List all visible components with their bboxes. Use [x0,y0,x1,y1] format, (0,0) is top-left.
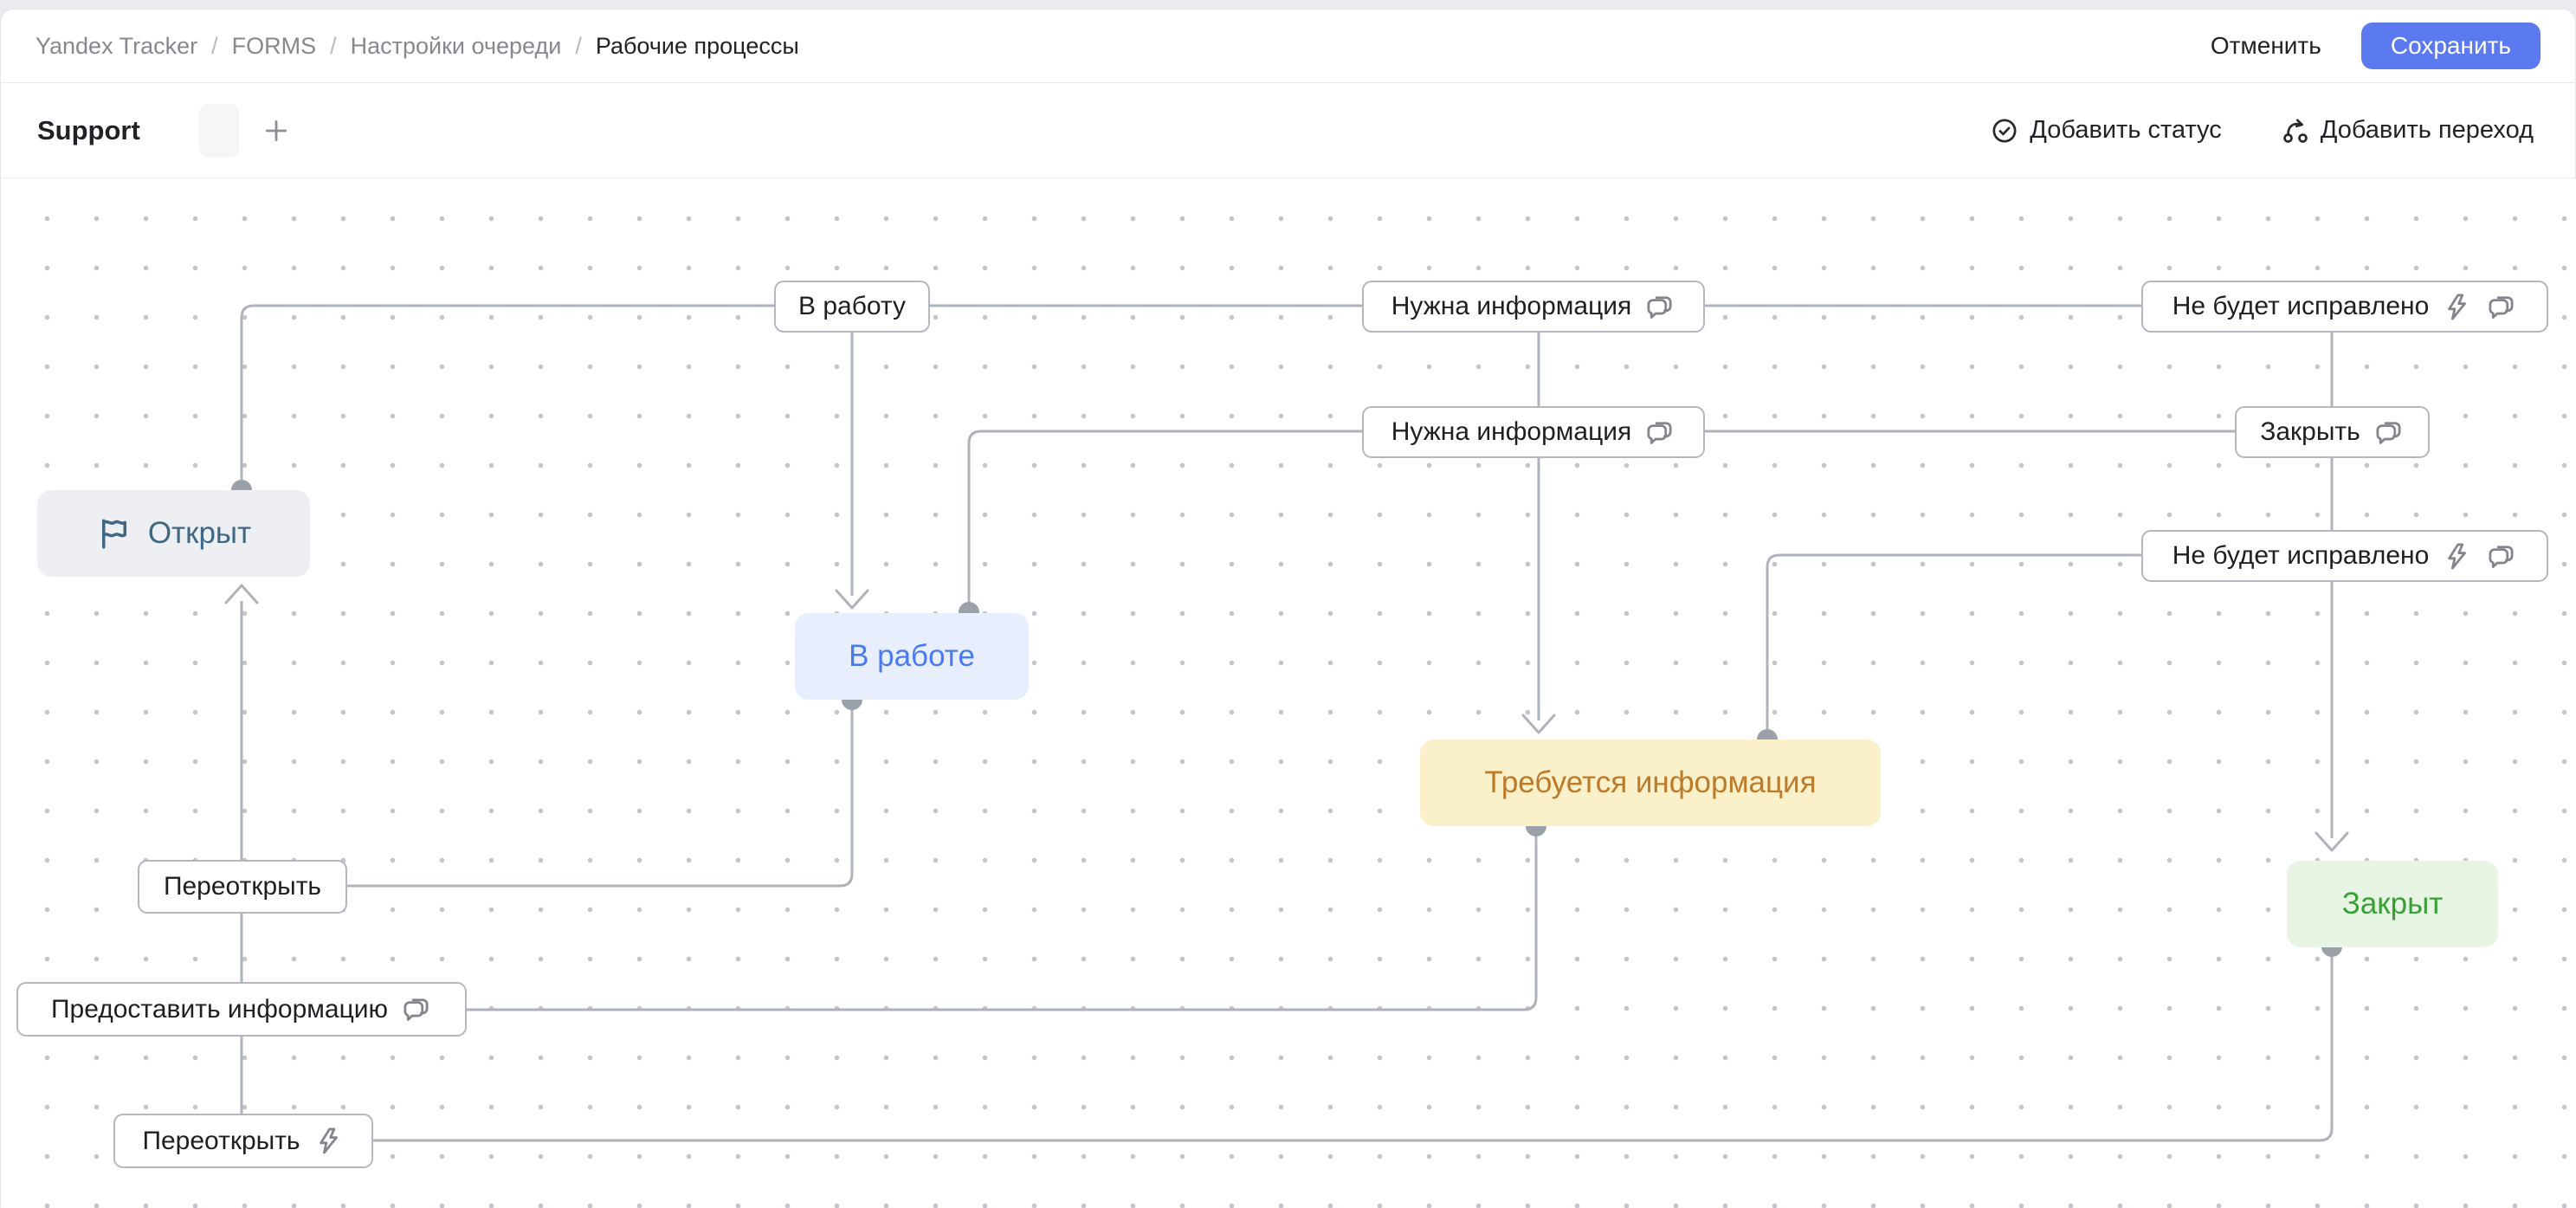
transition-label-text: Предоставить информацию [51,995,388,1024]
status-node-label: Требуется информация [1484,765,1816,800]
breadcrumb-item: Рабочие процессы [596,33,799,60]
tab-placeholder [199,104,239,158]
cancel-button[interactable]: Отменить [2205,23,2327,68]
workflow-canvas[interactable]: Открыт В работе Требуется информация Закрыт… [1,178,2576,1208]
transition-label-provide-info[interactable]: Предоставить информацию [16,982,467,1037]
transition-label-close[interactable]: Закрыть [2235,406,2430,458]
breadcrumb-separator: / [211,33,218,60]
transition-branch-icon [2281,116,2310,145]
add-status-label: Добавить статус [2030,116,2221,145]
breadcrumb-item[interactable]: FORMS [232,33,317,60]
add-transition-button[interactable]: Добавить переход [2276,115,2539,146]
connector-lines [1,178,2576,1208]
add-transition-label: Добавить переход [2321,116,2534,145]
app-window: Yandex Tracker / FORMS / Настройки очереди / Р… [0,9,2576,1207]
save-button[interactable]: Сохранить [2361,23,2540,69]
flag-icon [96,515,132,552]
action-icon [313,1125,345,1157]
toolbar-actions: Добавить статус Добавить переход [1985,115,2539,146]
comment-icon [400,993,432,1025]
status-node-label: В работе [849,639,975,674]
status-node-label: Открыт [148,516,251,551]
action-icon [2441,291,2473,323]
transition-label-text: Переоткрыть [142,1127,300,1156]
comment-icon [2485,291,2517,323]
transition-label-text: Не будет исправлено [2172,292,2430,321]
transition-label-text: Нужна информация [1391,292,1632,321]
workflow-toolbar: Support Добавить статус Добавить переход [1,83,2575,178]
plus-icon [261,116,291,145]
comment-icon [2485,540,2517,572]
add-status-button[interactable]: Добавить статус [1985,115,2226,146]
transition-label-to-work[interactable]: В работу [774,281,930,333]
status-node-closed[interactable]: Закрыт [2287,861,2498,947]
action-icon [2441,540,2473,572]
transition-label-wont-fix-1[interactable]: Не будет исправлено [2141,281,2548,333]
breadcrumb-separator: / [330,33,337,60]
breadcrumb: Yandex Tracker / FORMS / Настройки очереди / Р… [36,33,799,60]
breadcrumb-item[interactable]: Настройки очереди [351,33,562,60]
transition-label-text: Закрыть [2260,417,2360,447]
circle-check-icon [1990,116,2019,145]
breadcrumb-bar: Yandex Tracker / FORMS / Настройки очереди / Р… [1,10,2575,83]
status-node-open[interactable]: Открыт [37,490,310,577]
comment-icon [1643,291,1675,323]
transition-label-need-info-2[interactable]: Нужна информация [1362,406,1705,458]
transition-label-need-info-1[interactable]: Нужна информация [1362,281,1705,333]
workflow-tab-support[interactable]: Support [37,115,140,146]
transition-label-text: Переоткрыть [164,872,321,901]
transition-label-reopen-1[interactable]: Переоткрыть [138,860,347,914]
breadcrumb-separator: / [575,33,582,60]
breadcrumb-item[interactable]: Yandex Tracker [36,33,197,60]
arrowhead-into-open [226,585,257,603]
add-workflow-button[interactable] [258,113,294,149]
transition-label-wont-fix-2[interactable]: Не будет исправлено [2141,530,2548,582]
edge-open-bus [242,306,2332,838]
comment-icon [1643,417,1675,449]
status-node-need-info[interactable]: Требуется информация [1420,740,1881,826]
edge-reopen-from-closed [242,601,2332,1140]
status-node-in-progress[interactable]: В работе [795,613,1029,700]
status-node-label: Закрыт [2342,887,2444,921]
header-actions: Отменить Сохранить [2205,23,2540,69]
comment-icon [2373,417,2405,449]
workflow-tabs: Support [37,104,294,158]
transition-label-reopen-2[interactable]: Переоткрыть [113,1114,373,1168]
transition-label-text: Не будет исправлено [2172,541,2430,571]
transition-label-text: Нужна информация [1391,417,1632,447]
transition-label-text: В работу [798,292,906,321]
